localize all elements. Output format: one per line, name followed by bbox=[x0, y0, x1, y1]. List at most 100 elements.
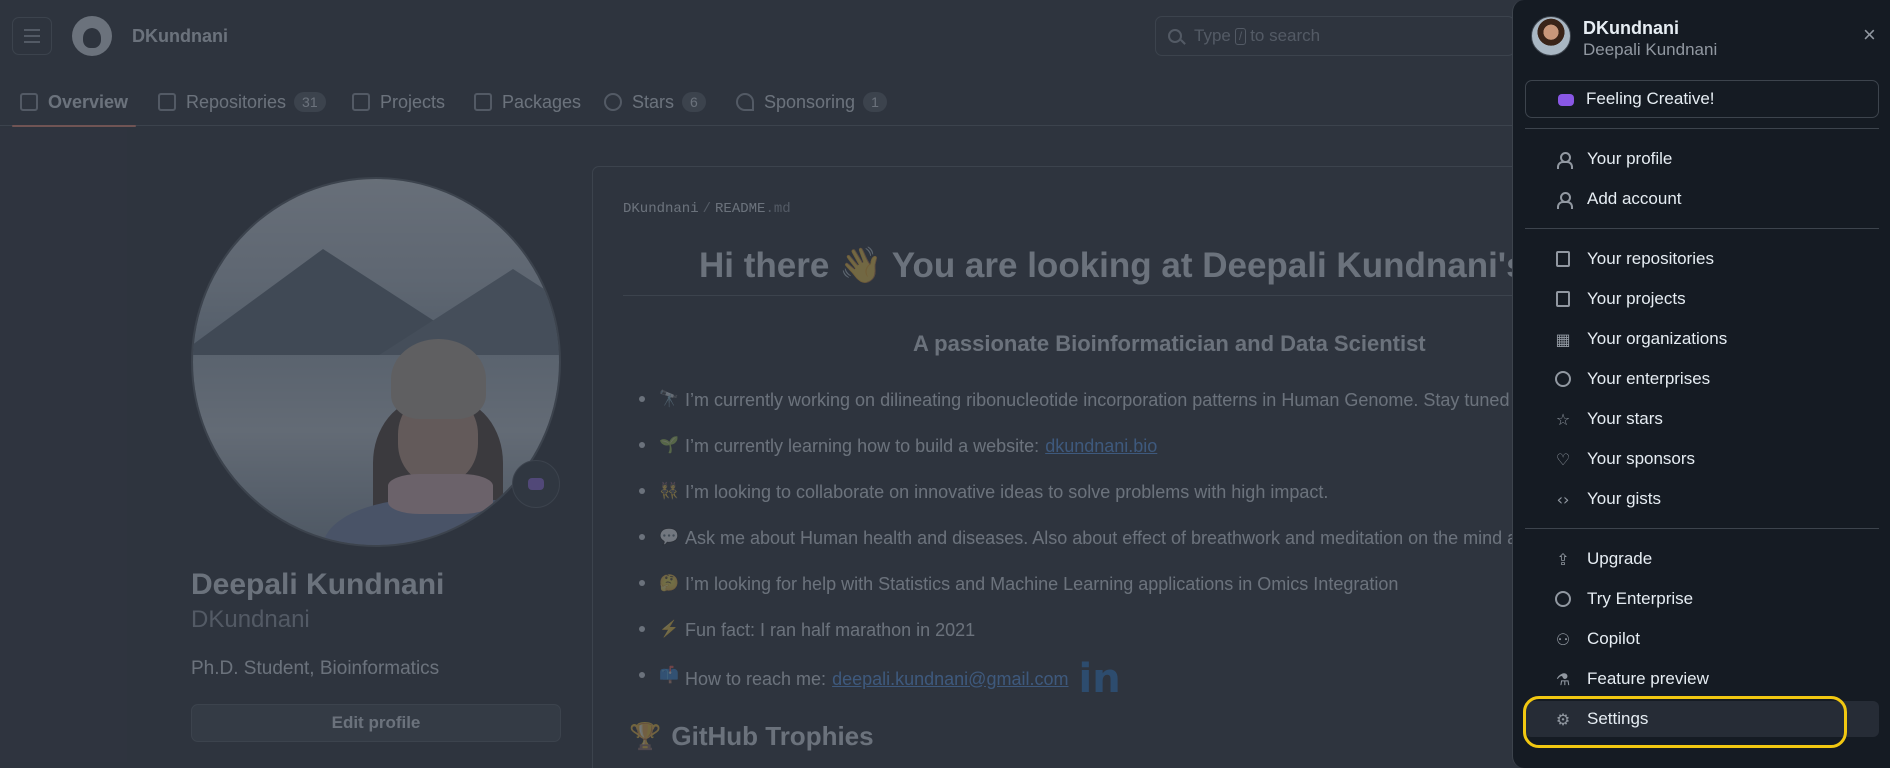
thinking-face-icon: 🤔 bbox=[659, 575, 679, 592]
list-item-text: How to reach me: bbox=[685, 668, 827, 689]
menu-item-label: Your profile bbox=[1587, 149, 1673, 168]
menu-item-label: Copilot bbox=[1587, 629, 1640, 648]
tab-label: Projects bbox=[380, 91, 446, 112]
website-link[interactable]: dkundnani.bio bbox=[1045, 436, 1157, 457]
menu-item-label: Try Enterprise bbox=[1587, 589, 1694, 608]
profile-avatar[interactable] bbox=[191, 177, 561, 547]
list-item: 🤔 I’m looking for help with Statistics an… bbox=[623, 561, 1623, 607]
status-text: Feeling Creative! bbox=[1586, 89, 1715, 108]
menu-item-try-enterprise[interactable]: Try Enterprise bbox=[1525, 581, 1879, 617]
linkedin-icon[interactable]: in bbox=[1078, 659, 1120, 699]
copilot-icon: ⚇ bbox=[1555, 629, 1571, 649]
readme-list: 🔭 I’m currently working on dilineating ri… bbox=[623, 377, 1623, 705]
menu-item-copilot[interactable]: ⚇ Copilot bbox=[1525, 621, 1879, 657]
organization-icon: ▦ bbox=[1555, 329, 1571, 349]
menu-item-label: Your sponsors bbox=[1587, 449, 1696, 468]
github-logo-icon[interactable] bbox=[72, 16, 112, 56]
table-icon bbox=[352, 93, 370, 111]
globe-icon bbox=[1553, 589, 1573, 609]
edit-profile-button[interactable]: Edit profile bbox=[191, 704, 561, 742]
mailbox-icon: 📫 bbox=[659, 667, 679, 684]
person-icon bbox=[1553, 149, 1573, 169]
user-menu-drawer: DKundnani Deepali Kundnani × Feeling Cre… bbox=[1512, 0, 1890, 768]
tab-packages[interactable]: Packages bbox=[474, 78, 581, 126]
menu-item-label: Feature preview bbox=[1587, 669, 1709, 688]
profile-bio: Ph.D. Student, Bioinformatics bbox=[191, 658, 440, 679]
menu-item-label: Your projects bbox=[1587, 289, 1686, 308]
repo-icon bbox=[1553, 249, 1573, 269]
repo-icon bbox=[158, 93, 176, 111]
seedling-icon: 🌱 bbox=[659, 437, 679, 454]
profile-login: DKundnani bbox=[191, 606, 310, 633]
drawer-login: DKundnani bbox=[1583, 18, 1679, 38]
table-icon bbox=[1553, 289, 1573, 309]
tab-repositories[interactable]: Repositories 31 bbox=[158, 78, 326, 126]
avatar-hat bbox=[391, 339, 486, 419]
divider bbox=[1525, 228, 1879, 229]
menu-item-label: Your gists bbox=[1587, 489, 1662, 508]
list-item-text: Fun fact: I ran half marathon in 2021 bbox=[685, 619, 976, 640]
search-input[interactable]: Type / to search bbox=[1155, 16, 1515, 56]
readme-path-user[interactable]: DKundnani bbox=[623, 201, 699, 217]
menu-item-label: Upgrade bbox=[1587, 549, 1653, 568]
search-icon bbox=[1168, 29, 1182, 43]
menu-item-label: Add account bbox=[1587, 189, 1682, 208]
tab-projects[interactable]: Projects bbox=[352, 78, 445, 126]
readme-path-ext: .md bbox=[765, 201, 791, 217]
tab-label: Repositories bbox=[186, 91, 287, 112]
header-username-link[interactable]: DKundnani bbox=[132, 26, 228, 47]
trophies-heading: 🏆 GitHub Trophies bbox=[629, 721, 874, 752]
menu-item-settings[interactable]: ⚙ Settings bbox=[1525, 701, 1879, 737]
menu-item-your-repositories[interactable]: Your repositories bbox=[1525, 241, 1879, 277]
readme-path: DKundnani / README.md bbox=[623, 201, 791, 217]
tab-label: Packages bbox=[502, 91, 582, 112]
menu-item-feature-preview[interactable]: ⚗ Feature preview bbox=[1525, 661, 1879, 697]
search-shortcut-key: / bbox=[1234, 27, 1247, 45]
menu-item-your-organizations[interactable]: ▦ Your organizations bbox=[1525, 321, 1879, 357]
divider bbox=[623, 295, 1603, 296]
globe-icon bbox=[1553, 369, 1573, 389]
menu-item-upgrade[interactable]: ⇪ Upgrade bbox=[1525, 541, 1879, 577]
menu-item-label: Your enterprises bbox=[1587, 369, 1711, 388]
list-item-text: I’m looking to collaborate on innovative… bbox=[685, 481, 1329, 502]
telescope-icon: 🔭 bbox=[659, 391, 679, 408]
tab-stars[interactable]: Stars 6 bbox=[604, 78, 706, 126]
lightning-icon: ⚡ bbox=[659, 621, 679, 638]
menu-item-your-stars[interactable]: ☆ Your stars bbox=[1525, 401, 1879, 437]
menu-item-your-gists[interactable]: ‹› Your gists bbox=[1525, 481, 1879, 517]
menu-item-label: Your stars bbox=[1587, 409, 1663, 428]
speech-bubble-icon: 💬 bbox=[659, 529, 679, 546]
code-square-icon: ‹› bbox=[1556, 489, 1570, 509]
beaker-icon: ⚗ bbox=[1555, 669, 1571, 689]
list-item-text: I’m currently learning how to build a we… bbox=[685, 435, 1040, 456]
menu-item-your-enterprises[interactable]: Your enterprises bbox=[1525, 361, 1879, 397]
trophy-icon: 🏆 bbox=[629, 721, 662, 751]
menu-item-your-profile[interactable]: Your profile bbox=[1525, 141, 1879, 177]
menu-item-your-projects[interactable]: Your projects bbox=[1525, 281, 1879, 317]
gear-icon: ⚙ bbox=[1555, 709, 1571, 729]
tab-label: Sponsoring bbox=[764, 91, 856, 112]
status-emoji-button[interactable] bbox=[512, 460, 560, 508]
tab-sponsoring[interactable]: Sponsoring 1 bbox=[736, 78, 887, 126]
divider bbox=[1525, 528, 1879, 529]
set-status-button[interactable]: Feeling Creative! bbox=[1525, 80, 1879, 118]
menu-item-your-sponsors[interactable]: ♡ Your sponsors bbox=[1525, 441, 1879, 477]
path-separator: / bbox=[702, 201, 712, 217]
menu-item-label: Settings bbox=[1587, 709, 1649, 728]
star-icon bbox=[604, 93, 622, 111]
menu-item-add-account[interactable]: Add account bbox=[1525, 181, 1879, 217]
star-icon: ☆ bbox=[1555, 409, 1571, 429]
email-link[interactable]: deepali.kundnani@gmail.com bbox=[832, 669, 1068, 690]
list-item: 👯 I’m looking to collaborate on innovativ… bbox=[623, 469, 1623, 515]
readme-subheading: A passionate Bioinformatician and Data S… bbox=[913, 331, 1426, 356]
upload-icon: ⇪ bbox=[1556, 549, 1570, 569]
tab-overview[interactable]: Overview bbox=[11, 78, 137, 127]
hamburger-menu-button[interactable] bbox=[12, 17, 52, 55]
package-icon bbox=[474, 93, 492, 111]
close-icon[interactable]: × bbox=[1863, 24, 1876, 46]
heart-icon bbox=[736, 93, 754, 111]
search-placeholder-post: to search bbox=[1250, 26, 1321, 45]
divider bbox=[1525, 128, 1879, 129]
book-icon bbox=[20, 93, 38, 111]
list-item-text: I’m looking for help with Statistics and… bbox=[685, 573, 1399, 594]
